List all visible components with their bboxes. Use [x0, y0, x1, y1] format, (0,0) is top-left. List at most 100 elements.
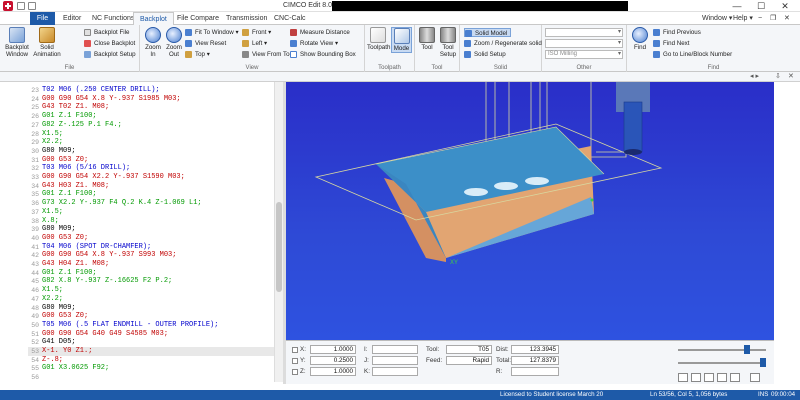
find-button[interactable]: Find — [630, 27, 650, 51]
drilled-hole-2 — [494, 182, 518, 190]
play-button[interactable] — [717, 373, 727, 382]
left-view-button[interactable]: Left ▾ — [242, 39, 267, 48]
minimize-button[interactable]: — — [728, 0, 746, 12]
milling-mode-select[interactable]: ISO Milling — [545, 50, 623, 59]
dist-label: Dist: — [496, 346, 509, 353]
drilled-hole-3 — [525, 177, 549, 185]
toolpath-icon — [370, 27, 386, 43]
tab-transmission[interactable]: Transmission — [220, 12, 273, 25]
fit-to-window-button[interactable]: Fit To Window ▾ — [185, 28, 239, 37]
ribbon-group-view: Zoom In Zoom Out Fit To Window ▾ View Re… — [140, 25, 365, 72]
backplot-scene: XY — [314, 82, 663, 266]
x-checkbox[interactable] — [292, 347, 298, 353]
speed-slider-thumb[interactable] — [744, 345, 750, 354]
step-forward-button[interactable] — [704, 373, 714, 382]
position-slider-thumb[interactable] — [760, 358, 766, 367]
backplot-window-button[interactable]: Backplot Window — [4, 27, 30, 58]
tab-file-compare[interactable]: File Compare — [171, 12, 225, 25]
tab-backplot[interactable]: Backplot — [133, 12, 174, 25]
mode-button[interactable]: Mode — [391, 27, 412, 53]
undo-icon[interactable] — [28, 2, 36, 10]
tab-cnc-calc[interactable]: CNC-Calc — [268, 12, 312, 25]
ruler-icon — [290, 29, 297, 36]
backplot-setup-button[interactable]: Backplot Setup — [84, 50, 136, 59]
maximize-button[interactable]: ☐ — [752, 0, 770, 12]
zoom-regenerate-button[interactable]: Zoom / Regenerate solid — [464, 39, 542, 48]
x-value: 1.0000 — [310, 345, 356, 354]
feed-label: Feed: — [426, 357, 443, 364]
options-button[interactable] — [750, 373, 760, 382]
endmill-tip — [624, 149, 642, 155]
k-label: K: — [364, 368, 370, 375]
tool-setup-button[interactable]: Tool Setup — [438, 27, 458, 58]
j-value — [372, 356, 418, 365]
other-combo-2[interactable] — [545, 39, 623, 48]
find-previous-button[interactable]: Find Previous — [653, 28, 701, 37]
close-backplot-button[interactable]: Close Backplot — [84, 39, 135, 48]
editor-scrollbar-thumb[interactable] — [276, 202, 282, 292]
tab-editor[interactable]: Editor — [57, 12, 87, 25]
j-label: J: — [364, 357, 369, 364]
backplot-window-icon — [9, 27, 25, 43]
close-window-button[interactable]: ✕ — [776, 0, 794, 12]
front-view-button[interactable]: Front ▾ — [242, 28, 271, 37]
solid-model-button[interactable]: Solid Model — [464, 28, 512, 37]
find-next-icon — [653, 40, 660, 47]
other-combo-1[interactable] — [545, 28, 623, 37]
stop-button[interactable] — [730, 373, 740, 382]
speed-slider-track[interactable] — [678, 349, 766, 351]
mode-icon — [393, 28, 410, 44]
y-checkbox[interactable] — [292, 358, 298, 364]
position-slider-track[interactable] — [678, 362, 766, 364]
go-to-line-icon — [653, 51, 660, 58]
z-checkbox[interactable] — [292, 369, 298, 375]
play-to-start-button[interactable] — [678, 373, 688, 382]
step-back-button[interactable] — [691, 373, 701, 382]
code-line[interactable]: 56 — [28, 373, 278, 382]
show-bounding-box-button[interactable]: Show Bounding Box — [290, 50, 356, 59]
zoom-in-button[interactable]: Zoom In — [143, 27, 163, 58]
top-view-button[interactable]: Top ▾ — [185, 50, 210, 59]
solid-animation-icon — [39, 27, 55, 43]
cube-icon — [242, 29, 249, 36]
nc-code-editor[interactable]: 23 T02 M06 (.250 CENTER DRILL); 24 G00 G90 … — [28, 82, 278, 382]
ribbon-group-find: Find Find Previous Find Next Go to Line/… — [627, 25, 800, 72]
mdi-close-button[interactable]: ✕ — [784, 12, 790, 25]
mdi-restore-button[interactable]: ❐ — [770, 12, 776, 25]
pin-icon[interactable]: ⇩ — [775, 72, 781, 80]
z-label: Z: — [300, 368, 306, 375]
cursor-position: Ln 53/56, Col 5, 1,056 bytes — [650, 391, 728, 398]
view-reset-button[interactable]: View Reset — [185, 39, 226, 48]
backplot-viewport[interactable]: XY — [286, 82, 774, 340]
license-text: Licensed to Student license March 20 — [500, 391, 604, 398]
window-menu[interactable]: Window ▾ — [702, 12, 732, 25]
tool-button[interactable]: Tool — [417, 27, 437, 51]
tab-file[interactable]: File — [30, 12, 55, 25]
measure-distance-button[interactable]: Measure Distance — [290, 28, 350, 37]
toolpath-button[interactable]: Toolpath — [367, 27, 390, 51]
i-label: I: — [364, 346, 368, 353]
backplot-file-button[interactable]: Backplot File — [84, 28, 129, 37]
r-label: R: — [496, 368, 503, 375]
help-menu[interactable]: Help ▾ — [733, 12, 753, 25]
y-value: 0.2500 — [310, 356, 356, 365]
status-time: 09:00:04 — [771, 391, 796, 398]
zoom-out-button[interactable]: Zoom Out — [164, 27, 184, 58]
editor-scrollbar[interactable] — [274, 82, 283, 382]
go-to-line-button[interactable]: Go to Line/Block Number — [653, 50, 732, 59]
view-from-tool-button[interactable]: View From Tool — [242, 50, 294, 59]
tab-scroll-arrows-icon[interactable]: ◂ ▸ — [750, 72, 759, 80]
solid-setup-button[interactable]: Solid Setup — [464, 50, 506, 59]
k-value — [372, 367, 418, 376]
r-value — [511, 367, 559, 376]
save-icon[interactable] — [17, 2, 25, 10]
group-label-toolpath: Toolpath — [378, 65, 401, 71]
find-next-button[interactable]: Find Next — [653, 39, 689, 48]
rotate-view-button[interactable]: Rotate View ▾ — [290, 39, 338, 48]
mdi-minimize-button[interactable]: − — [758, 12, 762, 25]
app-logo-icon[interactable] — [3, 1, 13, 11]
ribbon-group-file: Backplot Window Solid Animation Backplot… — [0, 25, 140, 72]
solid-animation-button[interactable]: Solid Animation — [32, 27, 62, 58]
close-panel-icon[interactable]: ✕ — [788, 72, 794, 80]
group-label-tool: Tool — [431, 65, 443, 71]
